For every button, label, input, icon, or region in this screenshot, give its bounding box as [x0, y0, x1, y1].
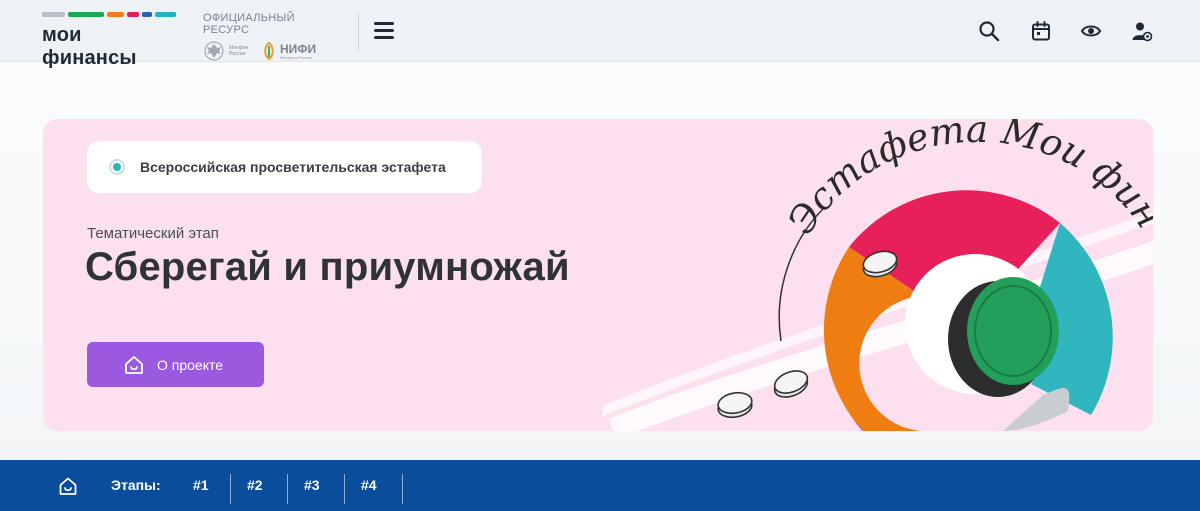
logo-stripe	[154, 12, 176, 17]
relay-badge: Всероссийская просветительская эстафета	[87, 141, 482, 193]
badge-text: Всероссийская просветительская эстафета	[140, 159, 446, 175]
logo-stripe	[42, 12, 66, 17]
stage-separator	[344, 474, 345, 504]
stage-separator	[230, 474, 231, 504]
logo-stripe	[68, 12, 104, 17]
user-icon[interactable]	[1131, 20, 1153, 42]
stage-separator	[287, 474, 288, 504]
header-divider	[358, 14, 359, 50]
stage-label: Тематический этап	[87, 225, 219, 242]
site-header: мои финансы ОФИЦИАЛЬНЫЙ РЕСУРС Минфин Ро…	[0, 0, 1200, 69]
stages-label: Этапы:	[111, 477, 161, 493]
logo-text: мои финансы	[42, 24, 137, 69]
minfin-logo[interactable]: Минфин России	[203, 40, 255, 62]
stage-link-1[interactable]: #1	[193, 477, 209, 493]
logo-stripe	[106, 12, 125, 17]
search-icon[interactable]	[978, 20, 1000, 42]
hero-banner: Всероссийская просветительская эстафета …	[43, 119, 1153, 431]
hero-title: Сберегай и приумножай	[85, 245, 570, 289]
eye-icon[interactable]	[1080, 20, 1102, 42]
stage-separator	[402, 474, 403, 504]
logo-stripe	[141, 12, 152, 17]
eagle-emblem-icon	[204, 41, 224, 61]
about-project-label: О проекте	[157, 356, 224, 373]
calendar-icon[interactable]	[1030, 20, 1052, 42]
house-icon	[125, 355, 143, 374]
nifi-text: НИФИ	[280, 41, 317, 56]
minfin-text: Минфин России	[229, 45, 249, 57]
nifi-subtext: Минфина России	[280, 54, 313, 60]
stage-link-3[interactable]: #3	[304, 477, 320, 493]
stage-link-4[interactable]: #4	[361, 477, 377, 493]
logo-stripe	[127, 12, 139, 17]
partner-logos: Минфин России НИФИ Минфина России	[203, 40, 343, 62]
logo-stripes	[42, 12, 176, 17]
about-project-button[interactable]: О проекте	[87, 342, 264, 387]
nifi-logo[interactable]: НИФИ Минфина России	[261, 41, 316, 61]
stages-bar: Этапы: #1 #2 #3 #4	[0, 460, 1200, 511]
radio-dot-icon	[109, 159, 125, 175]
green-coin-icon	[967, 277, 1059, 385]
stage-link-2[interactable]: #2	[247, 477, 263, 493]
relay-illustration: Эстафета Мои финансы	[603, 119, 1153, 431]
home-icon[interactable]	[58, 476, 78, 496]
official-resource-label: ОФИЦИАЛЬНЫЙ РЕСУРС	[203, 12, 295, 36]
official-resource: ОФИЦИАЛЬНЫЙ РЕСУРС Минфин России НИФИ Ми…	[203, 12, 343, 62]
menu-icon[interactable]	[374, 22, 394, 40]
logo[interactable]: мои финансы	[42, 12, 176, 69]
nifi-leaf-icon	[264, 41, 274, 61]
